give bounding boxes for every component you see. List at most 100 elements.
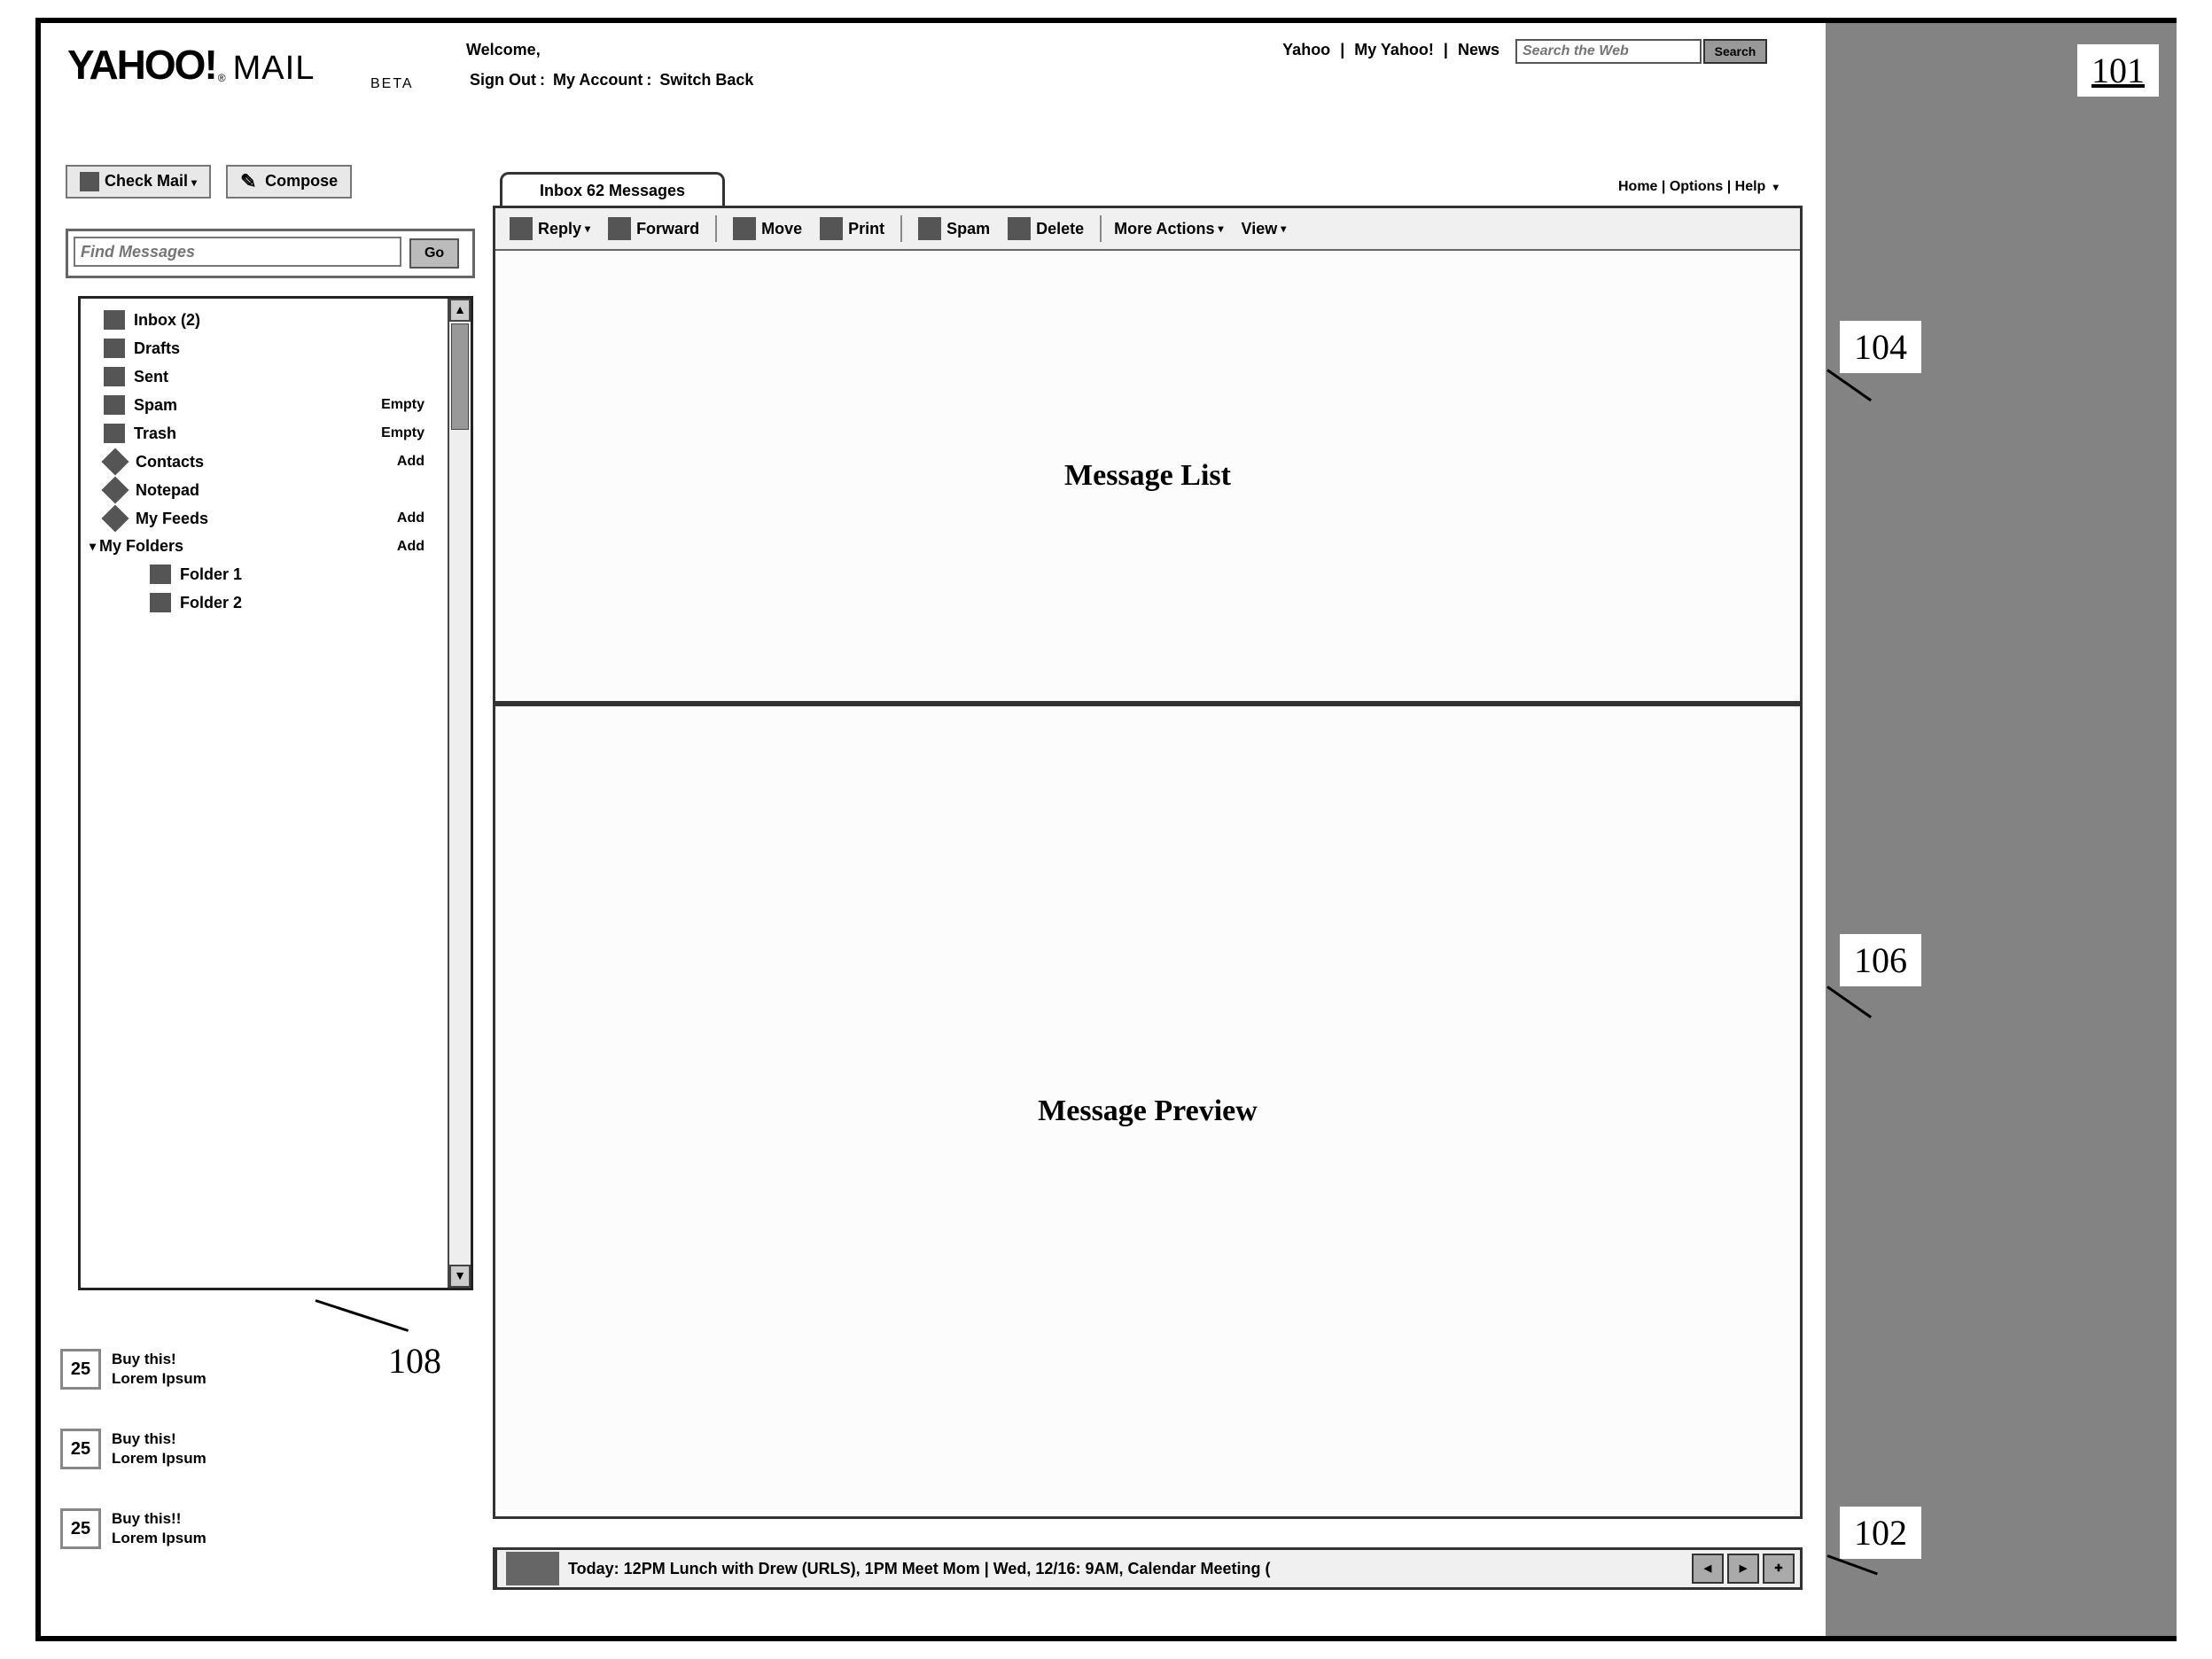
ad-title: Buy this!! [112,1510,181,1527]
calendar-ticker: Today: 12PM Lunch with Drew (URLS), 1PM … [493,1547,1803,1590]
folder-myfolders[interactable]: ▾My FoldersAdd [86,533,440,560]
compose-icon [240,172,260,191]
find-go-button[interactable]: Go [409,238,459,269]
folder-label: Folder 2 [180,594,242,612]
folder-scrollbar[interactable]: ▲ ▼ [448,299,471,1288]
search-button[interactable]: Search [1703,39,1767,64]
move-icon [733,217,756,240]
folder-label: Spam [134,396,177,415]
ad-number: 25 [60,1429,101,1469]
tab-label: Inbox 62 Messages [540,182,685,199]
nav-myyahoo[interactable]: My Yahoo! [1354,41,1434,58]
leader-line [1826,369,1872,401]
message-preview-pane[interactable]: Message Preview [493,704,1803,1519]
nav-yahoo[interactable]: Yahoo [1282,41,1330,58]
forward-button[interactable]: Forward [601,214,706,244]
print-button[interactable]: Print [813,214,892,244]
more-actions-button[interactable]: More Actions▾ [1110,216,1230,242]
add-link[interactable]: Add [397,454,424,470]
logo-bang: ! [204,42,217,88]
sent-icon [104,367,125,386]
account-links: Sign Out: My Account: Switch Back [466,71,757,90]
move-button[interactable]: Move [726,214,809,244]
compose-button[interactable]: Compose [226,165,352,199]
folder-notepad[interactable]: Notepad [86,476,440,504]
view-button[interactable]: View▾ [1235,216,1294,242]
ad-sub: Lorem Ipsum [112,1450,206,1467]
find-input[interactable] [74,237,401,267]
separator [900,215,902,242]
forward-icon [608,217,631,240]
leader-line [1826,985,1872,1018]
empty-link[interactable]: Empty [381,397,424,413]
myaccount-link[interactable]: My Account [553,71,643,89]
mini-ad-1[interactable]: 25 Buy this!Lorem Ipsum [60,1349,415,1390]
signout-link[interactable]: Sign Out [470,71,536,89]
folder-spam[interactable]: Spam Empty [86,391,440,419]
delete-button[interactable]: Delete [1001,214,1091,244]
folder-label: Contacts [136,453,204,471]
folder-feeds[interactable]: My Feeds Add [86,504,440,533]
btn-label: Forward [636,220,699,238]
callout-104: 104 [1840,321,1921,373]
add-link[interactable]: Add [397,510,424,526]
chevron-down-icon: ▾ [191,176,197,189]
search-input[interactable] [1515,39,1702,64]
delete-icon [1008,217,1031,240]
callout-108: 108 [374,1335,456,1387]
btn-label: Reply [538,220,581,238]
scroll-down-icon[interactable]: ▼ [449,1265,471,1288]
left-toolbar: Check Mail▾ Compose [66,165,1810,199]
mini-ad-2[interactable]: 25 Buy this! Lorem Ipsum [60,1429,415,1469]
add-link[interactable]: Add [397,539,424,555]
home-link[interactable]: Home [1618,179,1657,194]
folder-custom-2[interactable]: Folder 2 [86,588,440,617]
find-panel: Go [66,229,475,278]
compose-label: Compose [265,172,338,190]
ad-title: Buy this! [112,1430,176,1447]
folder-label: Inbox (2) [134,311,200,330]
message-list-pane[interactable]: Message List [495,251,1800,701]
folder-contacts[interactable]: Contacts Add [86,448,440,476]
empty-link[interactable]: Empty [381,425,424,441]
help-link[interactable]: Help [1735,179,1766,194]
folder-inbox[interactable]: Inbox (2) [86,306,440,334]
folder-icon [150,565,171,584]
separator [715,215,717,242]
folder-label: My Feeds [136,510,208,528]
logo[interactable]: YAHOO!®MAIL [67,41,315,89]
folder-sent[interactable]: Sent [86,362,440,391]
scroll-thumb[interactable] [451,323,469,430]
reply-button[interactable]: Reply▾ [502,214,597,244]
chevron-down-icon: ▾ [1281,222,1286,235]
reply-icon [510,217,533,240]
logo-beta: BETA [370,76,414,92]
mini-ad-3[interactable]: 25 Buy this!!Lorem Ipsum [60,1508,415,1549]
scroll-up-icon[interactable]: ▲ [449,299,471,322]
ticker-text[interactable]: Today: 12PM Lunch with Drew (URLS), 1PM … [568,1560,1692,1578]
callout-102: 102 [1840,1507,1921,1559]
notepad-icon [101,476,129,503]
btn-label: View [1242,220,1278,238]
spam-button[interactable]: Spam [911,214,997,244]
separator [1100,215,1102,242]
tab-inbox[interactable]: Inbox 62 Messages [500,172,725,207]
top-nav: Yahoo | My Yahoo! | News [1277,41,1505,59]
folder-custom-1[interactable]: Folder 1 [86,560,440,588]
switchback-link[interactable]: Switch Back [659,71,753,89]
options-link[interactable]: Options [1670,179,1723,194]
calendar-icon[interactable] [506,1552,559,1585]
folder-trash[interactable]: TrashEmpty [86,419,440,448]
spam-icon [918,217,941,240]
ticker-expand-button[interactable]: ✚ [1763,1554,1795,1584]
folder-label: Folder 1 [180,565,242,584]
ticker-next-button[interactable]: ▶ [1727,1554,1759,1584]
chevron-down-icon: ▾ [1773,181,1779,193]
feeds-icon [101,504,129,532]
folder-drafts[interactable]: Drafts [86,334,440,362]
checkmail-button[interactable]: Check Mail▾ [66,165,211,199]
print-icon [820,217,843,240]
nav-news[interactable]: News [1458,41,1499,58]
folder-tree: Inbox (2) Drafts Sent Spam Empty TrashEmp… [78,296,473,1290]
ticker-prev-button[interactable]: ◀ [1692,1554,1724,1584]
